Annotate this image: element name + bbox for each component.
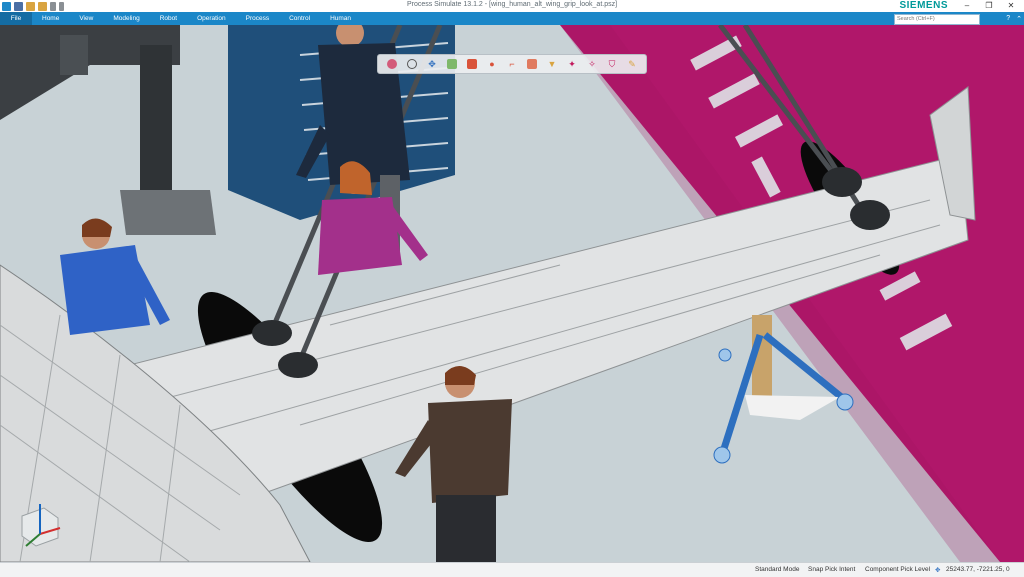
close-button[interactable]: ✕ [1000,0,1022,12]
viewer-toolbar: ✥ ● ⌐ ▼ ✦ ✧ ⛉ ✎ [377,54,647,74]
zoom-icon[interactable] [407,59,417,69]
help-icon[interactable]: ? [1006,15,1010,22]
render-mode-icon[interactable] [467,59,477,69]
tab-control[interactable]: Control [279,12,320,25]
measure-icon[interactable]: ✦ [567,59,577,69]
ribbon-controls: ? ⌃ [1006,12,1022,25]
tab-robot[interactable]: Robot [150,12,187,25]
scene-canvas [0,25,1024,562]
window-title: Process Simulate 13.1.2 - [wing_human_al… [406,1,618,8]
box-icon[interactable] [527,59,537,69]
tab-home[interactable]: Home [32,12,69,25]
snap-icon[interactable]: ⌐ [507,59,517,69]
file-tab[interactable]: File [0,12,32,25]
cube-view-icon[interactable] [447,59,457,69]
ribbon-collapse-icon[interactable]: ⌃ [1016,15,1022,23]
pan-icon[interactable]: ✥ [427,59,437,69]
status-snap-pick[interactable]: Snap Pick Intent [808,566,855,573]
shield-icon[interactable]: ⛉ [607,59,617,69]
status-pick-level[interactable]: Component Pick Level [865,566,930,573]
paint-icon[interactable]: ▼ [547,59,557,69]
search-input[interactable]: Search (Ctrl+F) [894,14,980,25]
tab-view[interactable]: View [69,12,103,25]
status-coordinates: 25243.77, -7221.25, 0 [946,566,1010,573]
pencil-icon[interactable]: ✎ [627,59,637,69]
tab-operation[interactable]: Operation [187,12,236,25]
tab-modeling[interactable]: Modeling [103,12,149,25]
siemens-logo: SIEMENS [899,0,948,11]
tab-human[interactable]: Human [320,12,361,25]
maximize-button[interactable]: ❐ [978,0,1000,12]
window-controls: – ❐ ✕ [956,0,1022,12]
minimize-button[interactable]: – [956,0,978,12]
graphic-viewer[interactable]: ✥ ● ⌐ ▼ ✦ ✧ ⛉ ✎ [0,25,1024,562]
section-icon[interactable]: ✧ [587,59,597,69]
status-bar: Standard Mode Snap Pick Intent Component… [0,562,1024,577]
axis-triad-icon[interactable] [14,498,66,550]
ribbon-tabs: File Home View Modeling Robot Operation … [0,12,1024,25]
coordinates-icon: ✥ [935,567,941,574]
tab-process[interactable]: Process [236,12,279,25]
circle-select-icon[interactable] [387,59,397,69]
status-mode[interactable]: Standard Mode [755,566,799,573]
pin-icon[interactable]: ● [487,59,497,69]
